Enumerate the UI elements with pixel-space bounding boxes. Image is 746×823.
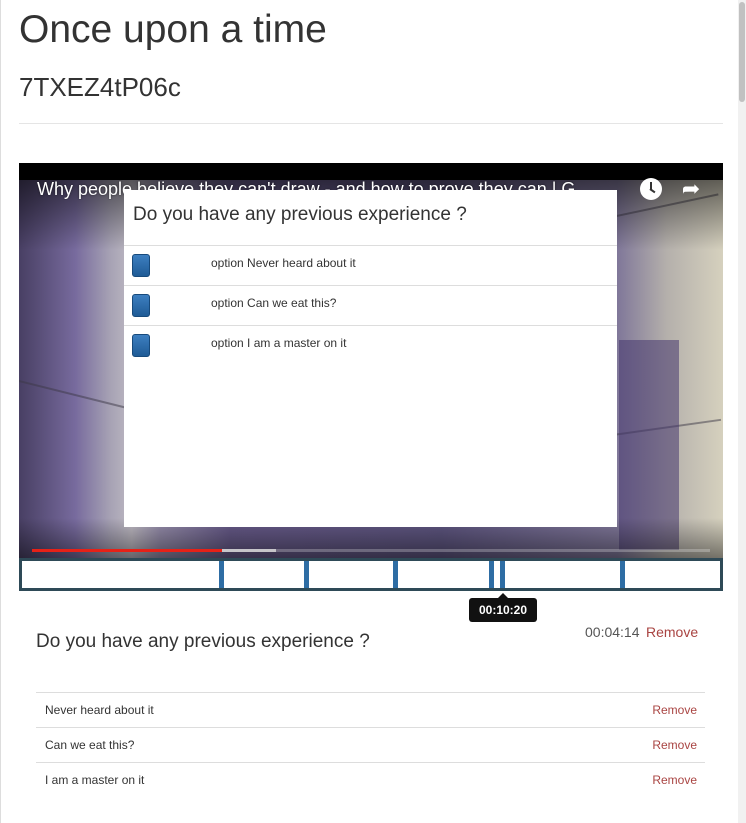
question-heading: Do you have any previous experience ? (36, 631, 370, 652)
overlay-option[interactable]: option Can we eat this? (124, 285, 617, 325)
video-played-bar (32, 549, 222, 552)
option-label: option Never heard about it (211, 256, 356, 270)
timeline-marker[interactable] (500, 561, 505, 588)
video-letterbox (19, 163, 723, 180)
page-border (0, 0, 1, 823)
remove-answer-link[interactable]: Remove (652, 738, 697, 752)
timeline-marker[interactable] (620, 561, 625, 588)
timeline-marker[interactable] (393, 561, 398, 588)
watch-later-icon[interactable] (640, 178, 662, 200)
answer-row: Can we eat this? Remove (36, 727, 705, 762)
answer-text: I am a master on it (45, 773, 145, 787)
option-checkbox[interactable] (132, 334, 150, 357)
share-icon[interactable]: ➦ (678, 177, 704, 201)
option-label: option Can we eat this? (211, 296, 337, 310)
question-overlay: Do you have any previous experience ? op… (124, 190, 617, 527)
overlay-option[interactable]: option Never heard about it (124, 245, 617, 285)
option-checkbox[interactable] (132, 294, 150, 317)
option-checkbox[interactable] (132, 254, 150, 277)
page-title: Once upon a time (19, 8, 327, 51)
answer-row: I am a master on it Remove (36, 762, 705, 797)
timeline-marker[interactable] (304, 561, 309, 588)
overlay-question: Do you have any previous experience ? (133, 204, 467, 225)
remove-question-link[interactable]: Remove (646, 624, 698, 640)
option-label: option I am a master on it (211, 336, 347, 350)
divider (19, 123, 723, 124)
timeline-marker[interactable] (219, 561, 224, 588)
video-id: 7TXEZ4tP06c (19, 72, 181, 102)
answer-row: Never heard about it Remove (36, 692, 705, 727)
timeline-tooltip: 00:10:20 (469, 593, 537, 622)
overlay-option[interactable]: option I am a master on it (124, 325, 617, 365)
scrollbar[interactable] (738, 0, 746, 823)
answer-text: Never heard about it (45, 703, 154, 717)
remove-answer-link[interactable]: Remove (652, 703, 697, 717)
timeline-marker[interactable] (489, 561, 494, 588)
question-time: 00:04:14 (585, 624, 640, 640)
scrollbar-thumb[interactable] (739, 2, 745, 102)
remove-answer-link[interactable]: Remove (652, 773, 697, 787)
answer-list: Never heard about it Remove Can we eat t… (36, 692, 705, 797)
answer-text: Can we eat this? (45, 738, 135, 752)
question-timeline[interactable] (19, 558, 723, 591)
